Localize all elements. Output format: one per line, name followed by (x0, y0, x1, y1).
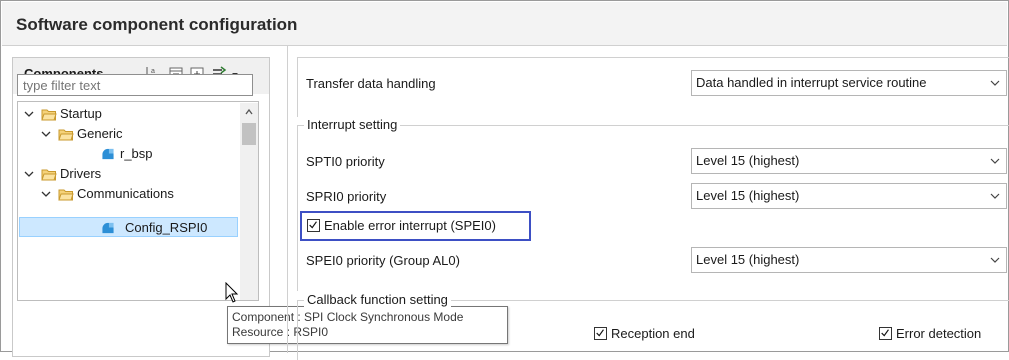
tree-item-communications[interactable]: Communications (18, 184, 238, 204)
tree-item-startup[interactable]: Startup (18, 104, 238, 124)
enable-error-interrupt-label[interactable]: Enable error interrupt (SPEI0) (324, 218, 496, 233)
checkmark-icon (881, 329, 889, 337)
title-bar: Software component configuration (2, 2, 1007, 46)
chevron-down-icon[interactable] (23, 168, 35, 180)
folder-open-icon (58, 129, 74, 141)
chevron-down-icon[interactable] (40, 128, 52, 140)
enable-error-interrupt-checkbox[interactable] (307, 219, 320, 232)
tree-item-config-rspi0[interactable]: Config_RSPI0 (18, 218, 238, 238)
component-tree: Startup Generic r_bsp Drivers Communicat… (17, 101, 259, 301)
error-detection-label[interactable]: Error detection (896, 326, 981, 341)
select-value: Level 15 (highest) (696, 153, 800, 168)
reception-end-label[interactable]: Reception end (611, 326, 695, 341)
component-icon (102, 222, 114, 234)
tree-item-generic[interactable]: Generic (18, 124, 238, 144)
transfer-data-handling-select[interactable]: Data handled in interrupt service routin… (691, 70, 1007, 96)
callback-setting-title: Callback function setting (304, 292, 451, 307)
folder-open-icon (41, 109, 57, 121)
spri0-priority-label: SPRI0 priority (306, 189, 387, 204)
spti0-priority-label: SPTI0 priority (306, 154, 385, 169)
tree-item-label: r_bsp (120, 146, 153, 161)
tree-item-label: Drivers (60, 166, 102, 181)
folder-open-icon (58, 189, 74, 201)
chevron-down-icon (990, 80, 1000, 86)
chevron-down-icon[interactable] (23, 108, 35, 120)
mouse-cursor-icon (225, 282, 239, 303)
spri0-priority-select[interactable]: Level 15 (highest) (691, 183, 1007, 209)
chevron-down-icon (990, 158, 1000, 164)
tree-item-label: Config_RSPI0 (125, 220, 208, 235)
scroll-thumb[interactable] (242, 123, 256, 145)
chevron-down-icon[interactable] (40, 188, 52, 200)
spti0-priority-select[interactable]: Level 15 (highest) (691, 148, 1007, 174)
tree-item-label: Communications (77, 186, 174, 201)
select-value: Level 15 (highest) (696, 252, 800, 267)
reception-end-checkbox[interactable] (594, 327, 607, 340)
filter-input[interactable] (17, 74, 253, 96)
select-value: Level 15 (highest) (696, 188, 800, 203)
tree-item-label: Generic (77, 126, 123, 141)
chevron-down-icon (990, 193, 1000, 199)
window-title: Software component configuration (16, 15, 298, 34)
error-detection-checkbox[interactable] (879, 327, 892, 340)
tree-item-r-bsp[interactable]: r_bsp (18, 144, 238, 164)
tree-item-label: Startup (60, 106, 102, 121)
checkmark-icon (309, 221, 317, 229)
panel-divider[interactable] (287, 46, 288, 353)
spei0-priority-label: SPEI0 priority (Group AL0) (306, 253, 460, 268)
transfer-data-handling-label: Transfer data handling (306, 76, 436, 91)
interrupt-setting-title: Interrupt setting (304, 117, 401, 132)
scroll-up-icon[interactable] (244, 107, 254, 117)
select-value: Data handled in interrupt service routin… (696, 75, 927, 90)
spei0-priority-select[interactable]: Level 15 (highest) (691, 247, 1007, 273)
tree-item-drivers[interactable]: Drivers (18, 164, 238, 184)
checkmark-icon (596, 329, 604, 337)
chevron-down-icon (990, 257, 1000, 263)
tree-scrollbar[interactable] (240, 103, 258, 300)
window: Software component configuration Compone… (0, 0, 1009, 360)
folder-open-icon (41, 169, 57, 181)
component-icon (102, 148, 114, 160)
